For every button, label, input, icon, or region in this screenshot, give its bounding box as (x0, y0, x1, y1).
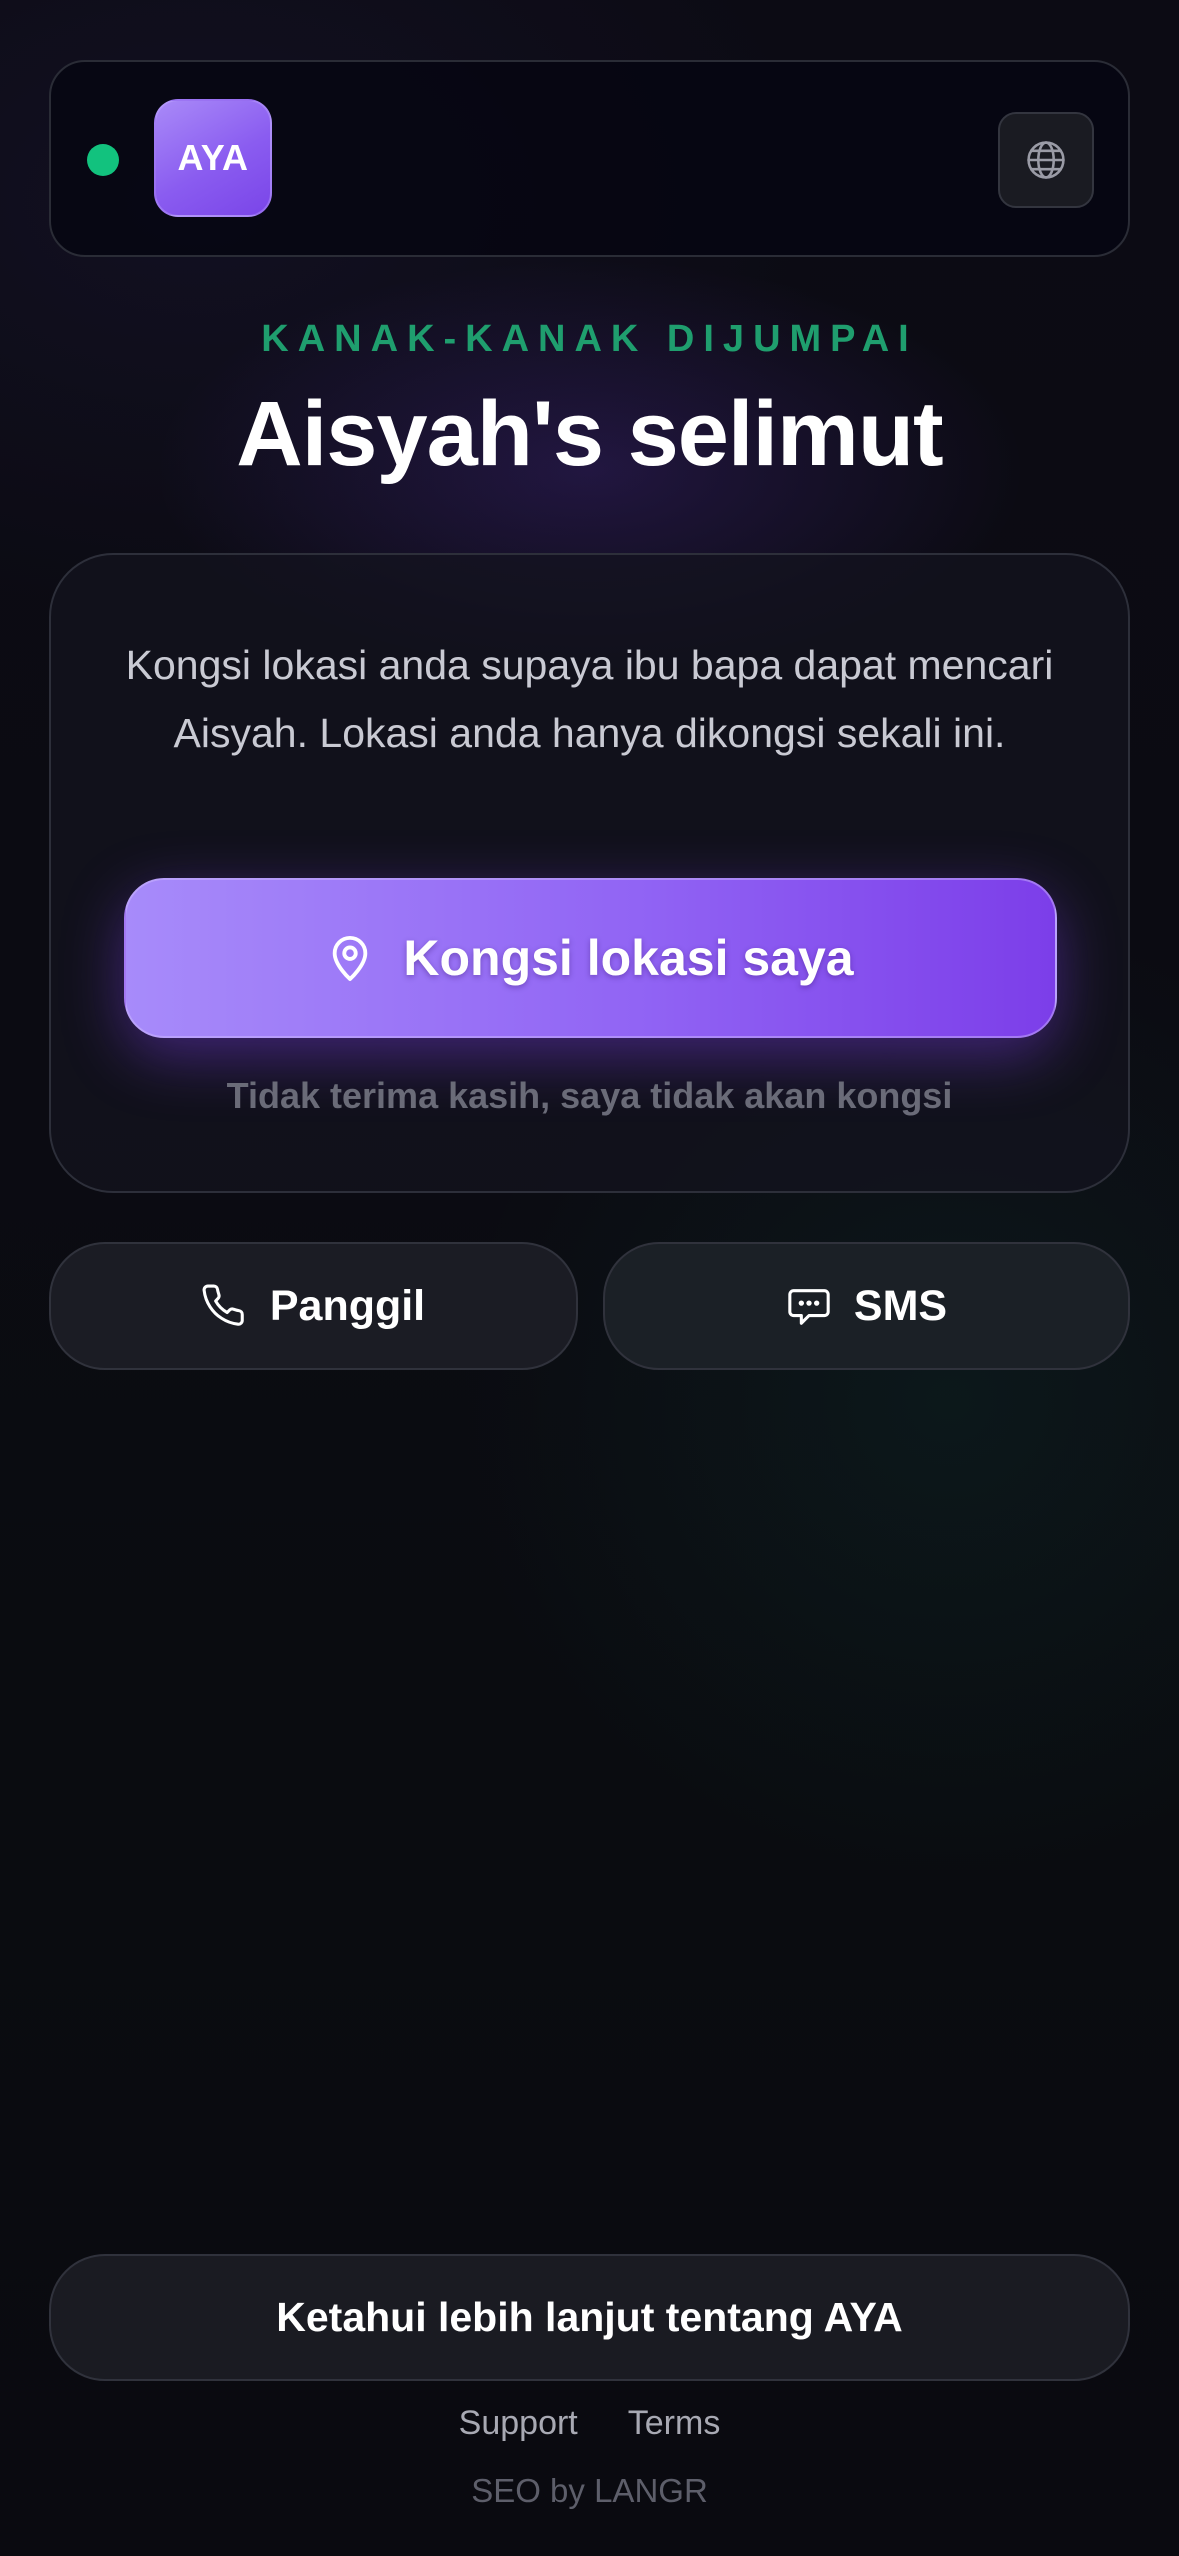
sms-button[interactable]: SMS (603, 1242, 1130, 1370)
footer-credit[interactable]: SEO by LANGR (0, 2472, 1179, 2510)
share-location-label: Kongsi lokasi saya (403, 930, 854, 986)
call-label: Panggil (269, 1281, 426, 1330)
message-icon (786, 1283, 832, 1329)
learn-more-button[interactable]: Ketahui lebih lanjut tentang AYA (49, 2254, 1130, 2381)
aya-logo: AYA (154, 99, 272, 217)
share-description: Kongsi lokasi anda supaya ibu bapa dapat… (125, 642, 1054, 756)
sms-label: SMS (853, 1281, 948, 1330)
top-bar: AYA (49, 60, 1130, 257)
support-link[interactable]: Support (459, 2404, 578, 2443)
language-button[interactable] (998, 112, 1094, 208)
share-location-card: Kongsi lokasi anda supaya ibu bapa dapat… (49, 553, 1130, 1193)
footer-links: Support Terms (0, 2404, 1179, 2443)
found-eyebrow: KANAK-KANAK DIJUMPAI (261, 318, 918, 360)
terms-link[interactable]: Terms (628, 2404, 721, 2443)
map-pin-icon (327, 932, 373, 984)
status-indicator (87, 144, 119, 176)
page-title: Aisyah's selimut (236, 383, 943, 485)
decline-share-link[interactable]: Tidak terima kasih, saya tidak akan kong… (51, 1075, 1128, 1117)
share-location-button[interactable]: Kongsi lokasi saya (124, 878, 1057, 1038)
phone-icon (202, 1283, 248, 1329)
call-button[interactable]: Panggil (49, 1242, 578, 1370)
globe-icon (1024, 138, 1068, 182)
